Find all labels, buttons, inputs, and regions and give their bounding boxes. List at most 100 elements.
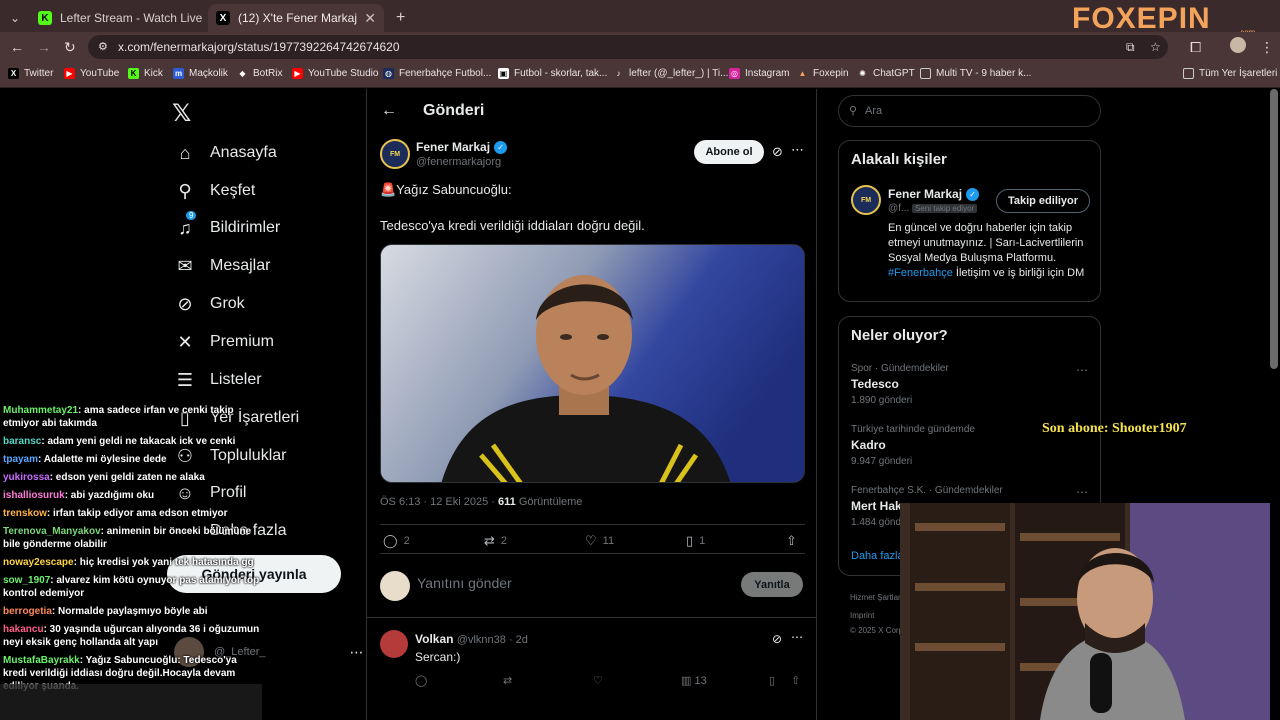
post-image[interactable] <box>380 244 805 483</box>
bookmark-foxepin[interactable]: ▲ Foxepin <box>797 68 849 79</box>
bookmark-yt-studio[interactable]: ▶ YouTube Studio <box>292 68 378 79</box>
more-icon[interactable]: ⋯ <box>350 644 364 661</box>
share-icon: ⇧ <box>786 533 797 548</box>
nav-label: Listeler <box>210 371 262 388</box>
nav-messages[interactable]: ✉ Mesajlar <box>174 255 270 277</box>
author-name[interactable]: Fener Markaj ✓ <box>416 140 508 154</box>
footer-link-terms[interactable]: Hizmet Şartları <box>850 593 903 602</box>
comment-item[interactable]: Volkan @vlknn38 · 2d ⊘ ⋯ Sercan:) ◯ ⇄ ♡ … <box>367 617 816 720</box>
url-field[interactable]: ⚙ x.com/fenermarkajorg/status/1977392264… <box>88 35 1168 59</box>
site-info-icon[interactable]: ⚙ <box>98 35 108 59</box>
trend-count: 9.947 gönderi <box>851 456 913 467</box>
related-handle: @f... <box>888 203 910 214</box>
bookmark-twitter[interactable]: X Twitter <box>8 68 53 79</box>
coach-photo-illustration <box>381 245 804 482</box>
chat-message: sow_1907: alvarez kim kötü oynuyor pas a… <box>0 574 262 600</box>
more-icon[interactable]: ⋯ <box>1076 363 1088 377</box>
bio-text: En güncel ve doğru haberler için takip e… <box>888 222 1084 264</box>
bookmark-futbol[interactable]: ▣ Futbol - skorlar, tak... <box>498 68 607 79</box>
back-arrow-icon[interactable]: ← <box>381 102 397 120</box>
bookmark-fenerbahce[interactable]: ◍ Fenerbahçe Futbol... <box>383 68 491 79</box>
repost-icon[interactable]: ⇄ <box>503 674 512 687</box>
tab-x-post[interactable]: X (12) X'te Fener Markaj: "🚨Yağı ✕ <box>208 4 384 32</box>
nav-home[interactable]: ⌂ Anasayfa <box>174 142 277 164</box>
show-more-link[interactable]: Daha fazla <box>851 550 904 562</box>
heart-icon[interactable]: ♡ <box>593 674 603 687</box>
forward-arrow-icon[interactable]: → <box>37 39 51 55</box>
back-arrow-icon[interactable]: ← <box>10 39 24 55</box>
trend-item[interactable]: Spor · Gündemdekiler Tedesco 1.890 gönderi <box>851 363 949 406</box>
reload-icon[interactable]: ↻ <box>64 39 76 56</box>
profile-avatar[interactable] <box>1230 37 1246 53</box>
extensions-icon[interactable]: ⧠ <box>1190 39 1201 56</box>
page-scrollbar[interactable] <box>1270 89 1278 369</box>
author-avatar[interactable]: FM <box>380 139 410 169</box>
bookmark-multitv[interactable]: Multi TV - 9 haber k... <box>920 68 1031 79</box>
nav-lists[interactable]: ☰ Listeler <box>174 369 262 391</box>
share-icon[interactable]: ⇧ <box>791 674 800 687</box>
chat-message: Muhammetay21: ama sadece irfan ve cenki … <box>0 404 262 430</box>
list-icon: ☰ <box>176 369 194 390</box>
bookmark-youtube[interactable]: ▶ YouTube <box>64 68 119 79</box>
grok-icon[interactable]: ⊘ <box>772 144 783 160</box>
bookmark-mackolik[interactable]: m Maçkolik <box>173 68 228 79</box>
all-bookmarks[interactable]: Tüm Yer İşaretleri <box>1183 68 1277 79</box>
bookmark-label: Tüm Yer İşaretleri <box>1199 68 1278 79</box>
last-subscriber-overlay: Son abone: Shooter1907 <box>1042 421 1187 436</box>
verified-icon: ✓ <box>966 187 980 201</box>
reply-icon[interactable]: ◯ <box>415 674 427 687</box>
following-button[interactable]: Takip ediliyor <box>996 189 1090 213</box>
reply-input[interactable]: Yanıtını gönder <box>417 575 512 591</box>
trend-item[interactable]: Türkiye tarihinde gündemde Kadro 9.947 gön… <box>851 424 975 467</box>
views-icon[interactable]: ▥ 13 <box>681 674 707 687</box>
menu-icon[interactable]: ⋮ <box>1260 39 1274 56</box>
youtube-icon: ▶ <box>64 68 75 79</box>
bookmark-botrix[interactable]: ◆ BotRix <box>237 68 282 79</box>
close-icon[interactable]: ✕ <box>358 10 376 27</box>
bookmark-count: 1 <box>699 535 706 547</box>
tab-label: Lefter Stream - Watch Live on K <box>60 11 206 25</box>
tab-kick[interactable]: K Lefter Stream - Watch Live on K ✕ <box>30 4 206 32</box>
bookmark-instagram[interactable]: ◎ Instagram <box>729 68 789 79</box>
nav-premium[interactable]: ✕ Premium <box>174 331 274 353</box>
nav-notifications[interactable]: ♫ 9 Bildirimler <box>174 211 280 239</box>
more-icon[interactable]: ⋯ <box>791 630 803 644</box>
like-count: 11 <box>602 535 615 547</box>
install-icon[interactable]: ⧉ <box>1126 35 1135 59</box>
like-action[interactable]: ♡ 11 <box>585 533 614 549</box>
share-action[interactable]: ⇧ <box>786 533 803 549</box>
repost-action[interactable]: ⇄ 2 <box>484 533 507 549</box>
bookmark-chatgpt[interactable]: ✺ ChatGPT <box>857 68 915 79</box>
bio-hashtag[interactable]: #Fenerbahçe <box>888 267 953 279</box>
related-name[interactable]: Fener Markaj ✓ <box>888 187 980 201</box>
new-tab-button[interactable]: + <box>388 4 410 32</box>
reply-button[interactable]: Yanıtla <box>741 572 803 597</box>
bookmark-action[interactable]: ▯ 1 <box>686 533 705 549</box>
foxepin-logo: FOXEPIN <box>1072 2 1211 35</box>
nav-grok[interactable]: ⊘ Grok <box>174 293 244 315</box>
bookmark-kick[interactable]: K Kick <box>128 68 163 79</box>
chat-text: : abi yazdığımı oku <box>64 490 155 501</box>
bookmark-label: Twitter <box>24 68 54 79</box>
chat-message: baransc: adam yeni geldi ne takacak ick … <box>0 435 262 448</box>
bookmark-tiktok[interactable]: ♪ lefter (@_lefter_) | Ti... <box>613 68 729 79</box>
more-icon[interactable]: ⋯ <box>1076 485 1088 499</box>
bookmark-icon[interactable]: ▯ <box>769 674 775 687</box>
more-icon[interactable]: ⋯ <box>791 142 804 158</box>
reply-action[interactable]: ◯ 2 <box>383 533 410 549</box>
footer-link-imprint[interactable]: Imprint <box>850 611 874 620</box>
related-title: Alakalı kişiler <box>851 151 947 168</box>
star-icon[interactable]: ☆ <box>1150 35 1161 59</box>
subscribe-button[interactable]: Abone ol <box>694 140 764 164</box>
related-avatar[interactable]: FM <box>851 185 881 215</box>
x-logo-icon[interactable]: 𝕏 <box>172 99 191 128</box>
nav-label: Keşfet <box>210 182 256 199</box>
chat-user: hakancu <box>3 624 44 635</box>
nav-explore[interactable]: ⚲ Keşfet <box>174 180 255 202</box>
grok-icon[interactable]: ⊘ <box>772 632 782 646</box>
tab-list-button[interactable]: ⌄ <box>4 4 26 32</box>
reply-icon: ◯ <box>383 533 398 548</box>
author-handle[interactable]: @fenermarkajorg <box>416 156 501 168</box>
taskbar <box>0 684 262 720</box>
search-input[interactable]: ⚲ Ara <box>838 95 1101 127</box>
